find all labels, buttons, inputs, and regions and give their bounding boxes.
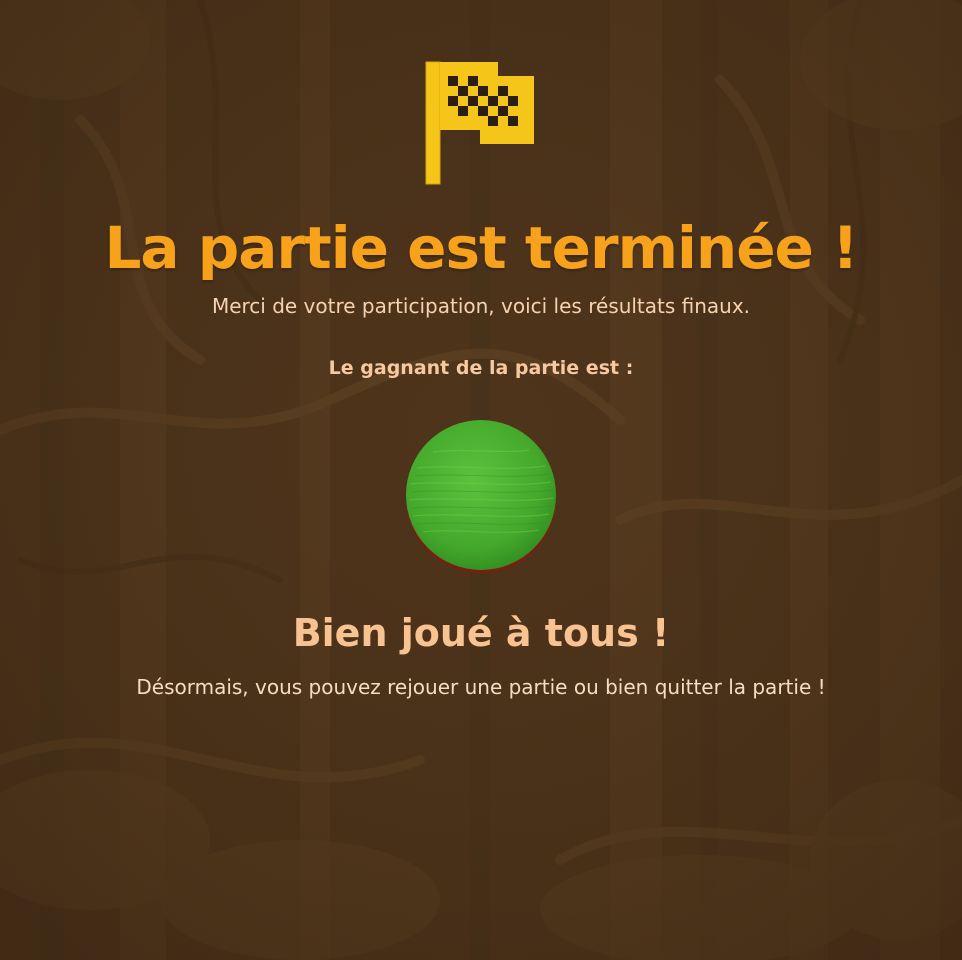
page-subtitle: Merci de votre participation, voici les … [211,294,751,318]
page-title: La partie est terminée ! [104,214,858,282]
green-player-token-icon [406,420,556,573]
game-over-screen: La partie est terminée ! Merci de votre … [0,0,962,960]
winner-label: Le gagnant de la partie est : [328,357,634,379]
checkered-flag-icon [425,61,534,185]
final-message: Désormais, vous pouvez rejouer une parti… [136,675,826,699]
well-played-headline: Bien joué à tous ! [292,611,670,655]
